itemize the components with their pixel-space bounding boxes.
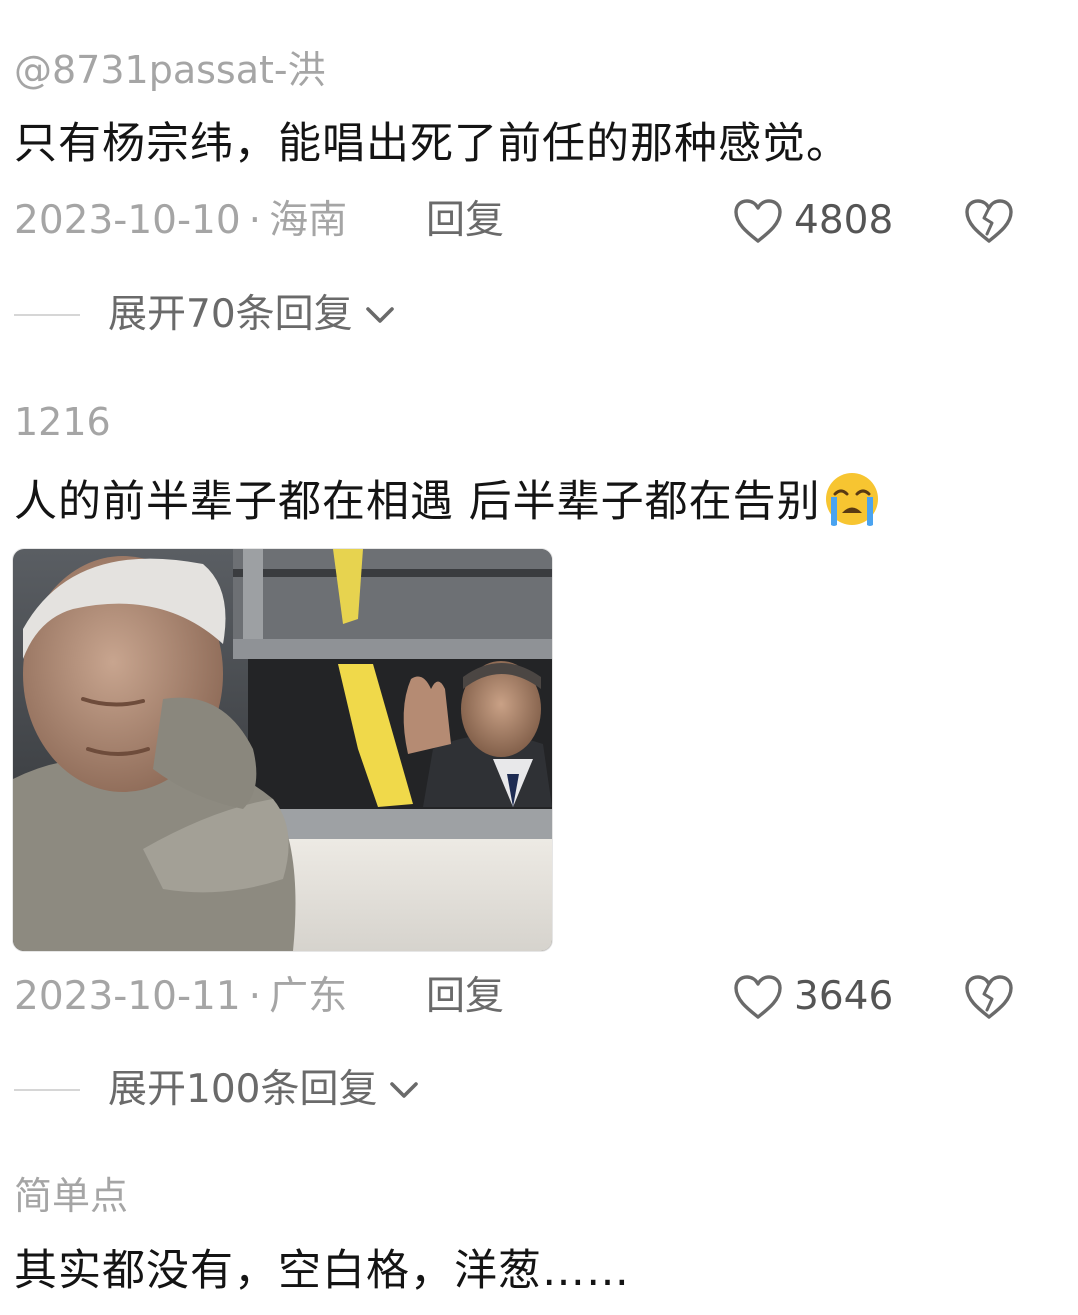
comment-username[interactable]: 简单点 xyxy=(14,1174,128,1218)
comment-item: 简单点 其实都没有，空白格，洋葱…… xyxy=(0,0,1078,1315)
comment-text: 其实都没有，空白格，洋葱…… xyxy=(14,1246,630,1296)
